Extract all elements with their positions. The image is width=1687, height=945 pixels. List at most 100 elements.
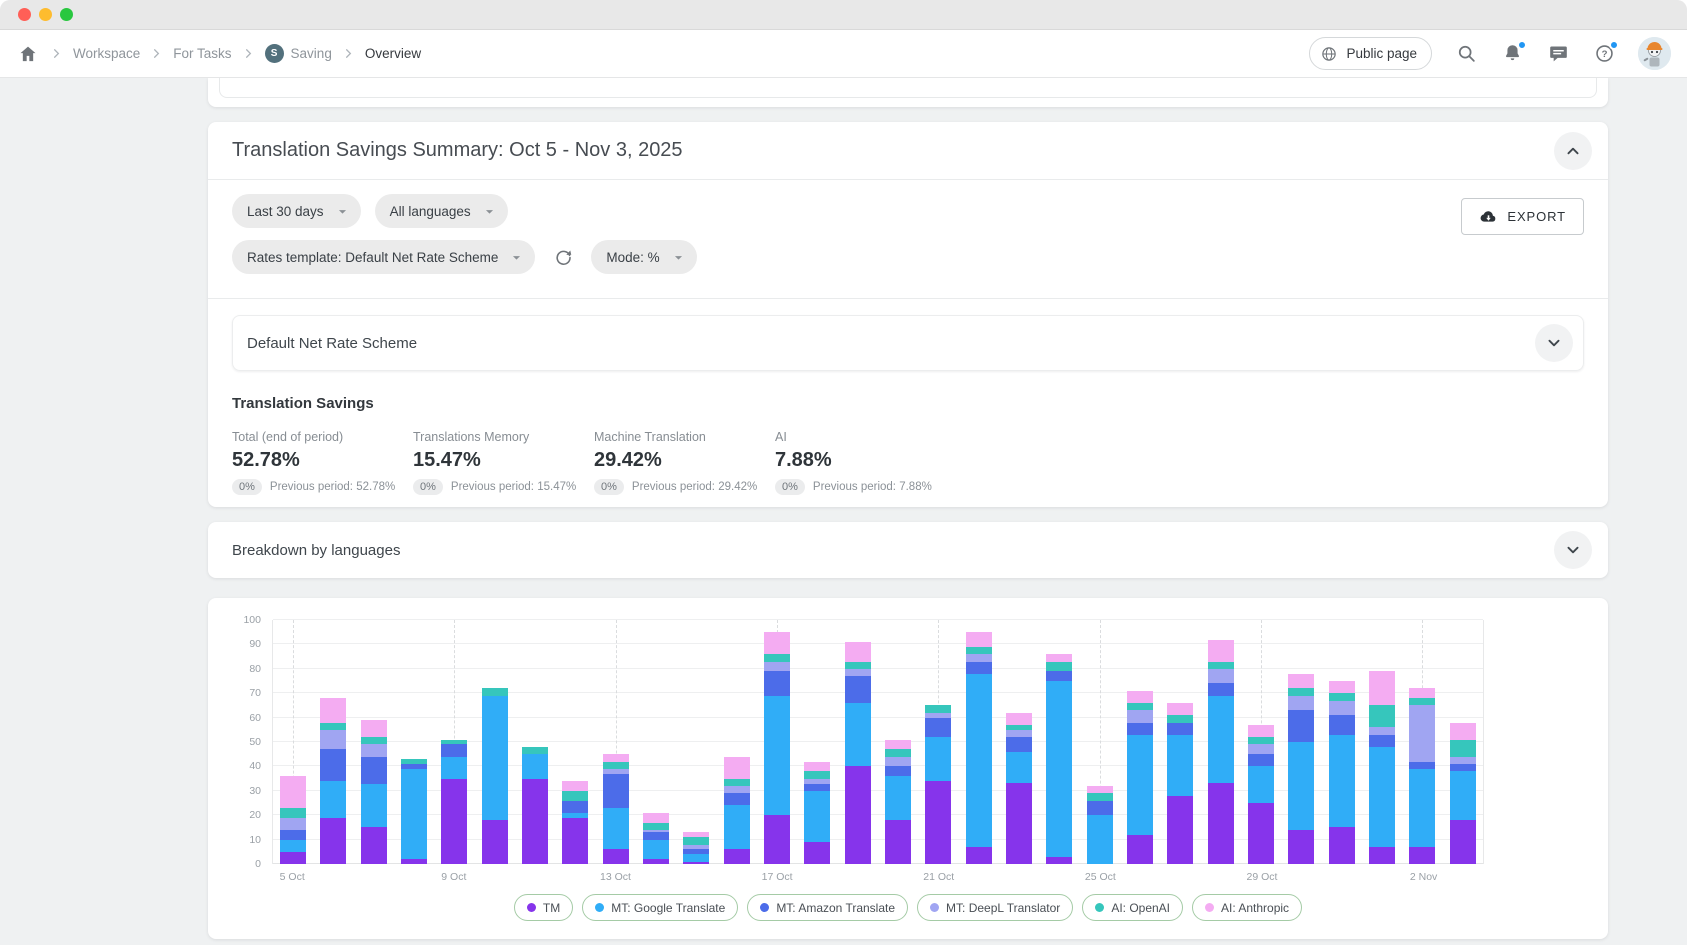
bar-segment-mt-google-translate [1167,735,1193,796]
bar-1-nov[interactable] [1369,671,1395,864]
breadcrumb-workspace[interactable]: Workspace [73,46,140,61]
bar-24-oct[interactable] [1046,654,1072,864]
bar-20-oct[interactable] [885,740,911,864]
breakdown-title: Breakdown by languages [232,542,400,559]
bar-17-oct[interactable] [764,632,790,864]
bar-segment-tm [724,849,750,864]
bar-segment-ai-openai [1046,662,1072,672]
collapse-summary-button[interactable] [1554,132,1592,170]
bar-12-oct[interactable] [562,781,588,864]
bar-9-oct[interactable] [441,740,467,864]
y-axis-label: 90 [249,638,261,650]
previous-card-bottom [208,78,1608,107]
y-axis-label: 0 [255,858,261,870]
bar-26-oct[interactable] [1127,691,1153,864]
x-axis-spacer [312,864,352,886]
notifications-bell-icon[interactable] [1500,42,1524,66]
bar-30-oct[interactable] [1288,674,1314,864]
help-icon[interactable]: ? [1592,42,1616,66]
bar-segment-mt-google-translate [320,781,346,818]
legend-item-ai-anthropic[interactable]: AI: Anthropic [1192,894,1302,921]
bar-segment-tm [603,849,629,864]
bar-segment-mt-google-translate [280,840,306,852]
bar-27-oct[interactable] [1167,703,1193,864]
legend-color-dot [1095,903,1104,912]
filters-section: Last 30 days All languages Rates templat… [208,180,1608,298]
bar-28-oct[interactable] [1208,640,1234,864]
expand-rate-scheme-button[interactable] [1535,324,1573,362]
bar-segment-mt-amazon-translate [1248,754,1274,766]
bar-segment-mt-amazon-translate [441,744,467,756]
search-icon[interactable] [1454,42,1478,66]
savings-chart-card: 0102030405060708090100 5 Oct9 Oct13 Oct1… [208,598,1608,939]
bar-segment-ai-anthropic [804,762,830,772]
bar-segment-tm [562,818,588,864]
legend-item-mt-deepl-translator[interactable]: MT: DeepL Translator [917,894,1073,921]
bar-segment-mt-deepl-translator [280,818,306,830]
help-badge [1609,40,1619,50]
x-axis-spacer [1444,864,1484,886]
bar-segment-mt-google-translate [804,791,830,842]
public-page-button[interactable]: Public page [1309,37,1432,70]
x-axis-spacer [878,864,918,886]
bar-15-oct[interactable] [683,832,709,864]
legend-label: AI: Anthropic [1221,901,1289,915]
bar-10-oct[interactable] [482,688,508,864]
breadcrumb-overview[interactable]: Overview [365,46,421,61]
bar-segment-tm [1167,796,1193,864]
rates-template-dropdown[interactable]: Rates template: Default Net Rate Scheme [232,240,535,274]
expand-breakdown-button[interactable] [1554,531,1592,569]
bar-11-oct[interactable] [522,747,548,864]
refresh-button[interactable] [549,243,577,271]
bar-6-oct[interactable] [320,698,346,864]
bar-segment-ai-anthropic [1450,723,1476,740]
stat-ai: AI 7.88% 0% Previous period: 7.88% [775,430,956,495]
languages-filter-dropdown[interactable]: All languages [375,194,508,228]
chart-x-axis: 5 Oct9 Oct13 Oct17 Oct21 Oct25 Oct29 Oct… [272,864,1484,886]
notification-badge [1517,40,1527,50]
legend-item-tm[interactable]: TM [514,894,573,921]
bar-23-oct[interactable] [1006,713,1032,864]
x-axis-label-13-oct: 13 Oct [595,864,635,886]
export-button[interactable]: EXPORT [1461,198,1584,235]
bar-18-oct[interactable] [804,762,830,864]
bar-segment-mt-deepl-translator [1288,696,1314,711]
bar-25-oct[interactable] [1087,786,1113,864]
bar-5-oct[interactable] [280,776,306,864]
close-window-button[interactable] [18,8,31,21]
user-avatar[interactable] [1638,37,1671,70]
bar-14-oct[interactable] [643,813,669,864]
bar-segment-tm [1127,835,1153,864]
bar-segment-mt-deepl-translator [1450,757,1476,764]
bar-7-oct[interactable] [361,720,387,864]
home-icon[interactable] [16,42,40,66]
messages-icon[interactable] [1546,42,1570,66]
legend-item-mt-amazon-translate[interactable]: MT: Amazon Translate [747,894,908,921]
bar-16-oct[interactable] [724,757,750,864]
minimize-window-button[interactable] [39,8,52,21]
bar-segment-mt-google-translate [1288,742,1314,830]
page-content: Translation Savings Summary: Oct 5 - Nov… [0,78,1687,945]
bar-segment-mt-deepl-translator [1127,710,1153,722]
bar-22-oct[interactable] [966,632,992,864]
breadcrumb-saving[interactable]: S Saving [265,44,332,63]
maximize-window-button[interactable] [60,8,73,21]
period-filter-dropdown[interactable]: Last 30 days [232,194,361,228]
bar-13-oct[interactable] [603,754,629,864]
bar-3-nov[interactable] [1450,723,1476,864]
nav-actions: Public page ? [1309,37,1671,70]
breadcrumb-for-tasks[interactable]: For Tasks [173,46,231,61]
legend-item-ai-openai[interactable]: AI: OpenAI [1082,894,1183,921]
bar-31-oct[interactable] [1329,681,1355,864]
legend-item-mt-google-translate[interactable]: MT: Google Translate [582,894,738,921]
bar-21-oct[interactable] [925,705,951,864]
bar-segment-mt-amazon-translate [1369,735,1395,747]
mode-dropdown[interactable]: Mode: % [591,240,696,274]
bar-segment-mt-amazon-translate [1127,723,1153,735]
y-axis-label: 30 [249,785,261,797]
bar-8-oct[interactable] [401,759,427,864]
bar-19-oct[interactable] [845,642,871,864]
bar-2-nov[interactable] [1409,688,1435,864]
cloud-download-icon [1479,207,1498,226]
bar-29-oct[interactable] [1248,725,1274,864]
